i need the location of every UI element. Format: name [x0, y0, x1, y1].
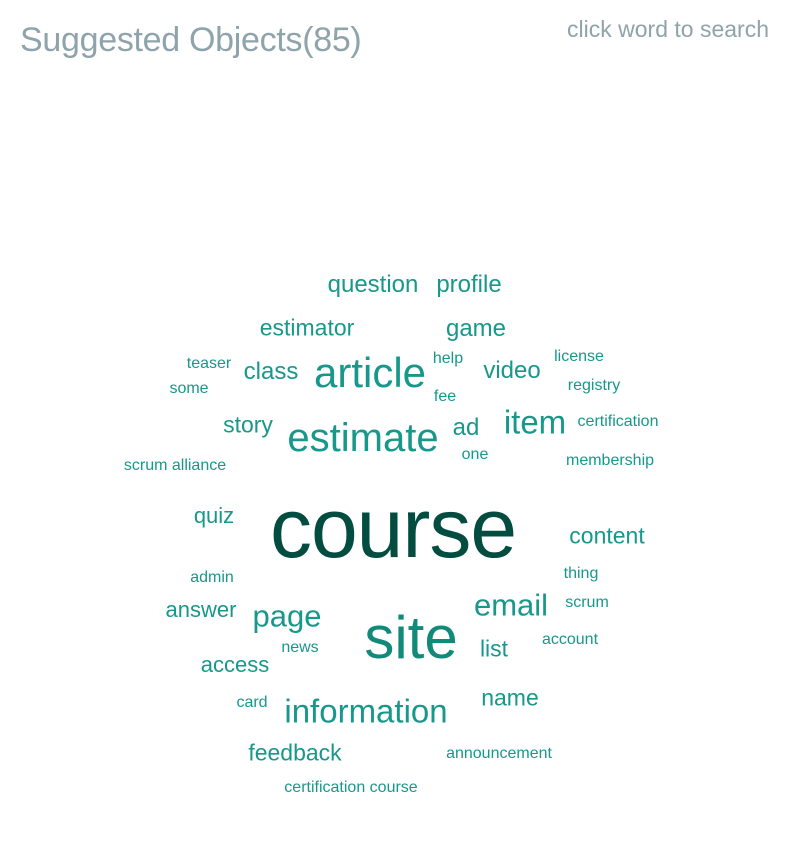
word-cloud-item[interactable]: question: [328, 273, 419, 297]
word-cloud-item[interactable]: ad: [453, 416, 480, 440]
word-cloud-item[interactable]: estimate: [287, 418, 438, 458]
word-cloud-item[interactable]: item: [504, 406, 566, 439]
word-cloud-item[interactable]: certification: [578, 414, 659, 430]
word-cloud-item[interactable]: class: [244, 360, 299, 384]
word-cloud-item[interactable]: scrum alliance: [124, 458, 226, 474]
word-cloud-item[interactable]: answer: [166, 599, 237, 621]
word-cloud-item[interactable]: license: [554, 349, 604, 365]
word-cloud-item[interactable]: announcement: [446, 746, 552, 762]
word-cloud-item[interactable]: course: [270, 486, 517, 570]
word-cloud-item[interactable]: thing: [564, 566, 599, 582]
word-cloud-item[interactable]: game: [446, 317, 506, 341]
word-cloud-item[interactable]: quiz: [194, 505, 234, 527]
word-cloud: course site article estimate information item…: [0, 0, 804, 842]
word-cloud-item[interactable]: list: [480, 637, 508, 661]
word-cloud-item[interactable]: page: [253, 601, 322, 632]
word-cloud-item[interactable]: email: [474, 590, 548, 621]
word-cloud-item[interactable]: certification course: [284, 780, 417, 796]
word-cloud-item[interactable]: story: [223, 413, 273, 437]
word-cloud-item[interactable]: news: [281, 640, 318, 656]
word-cloud-item[interactable]: article: [314, 352, 426, 394]
word-cloud-item[interactable]: teaser: [187, 356, 231, 372]
word-cloud-item[interactable]: feedback: [248, 741, 341, 765]
word-cloud-item[interactable]: card: [236, 695, 267, 711]
word-cloud-item[interactable]: some: [169, 381, 208, 397]
word-cloud-item[interactable]: site: [364, 608, 457, 668]
word-cloud-item[interactable]: name: [481, 686, 539, 710]
word-cloud-item[interactable]: estimator: [260, 316, 355, 340]
word-cloud-item[interactable]: fee: [434, 389, 456, 405]
word-cloud-item[interactable]: scrum: [565, 595, 609, 611]
word-cloud-item[interactable]: one: [462, 447, 489, 463]
word-cloud-item[interactable]: account: [542, 632, 598, 648]
word-cloud-item[interactable]: admin: [190, 570, 234, 586]
word-cloud-item[interactable]: help: [433, 351, 463, 367]
word-cloud-item[interactable]: access: [201, 654, 269, 676]
word-cloud-item[interactable]: profile: [436, 273, 501, 297]
word-cloud-item[interactable]: registry: [568, 378, 620, 394]
word-cloud-item[interactable]: video: [483, 359, 540, 383]
word-cloud-item[interactable]: content: [569, 524, 644, 548]
word-cloud-item[interactable]: information: [284, 695, 447, 728]
word-cloud-item[interactable]: membership: [566, 453, 654, 469]
